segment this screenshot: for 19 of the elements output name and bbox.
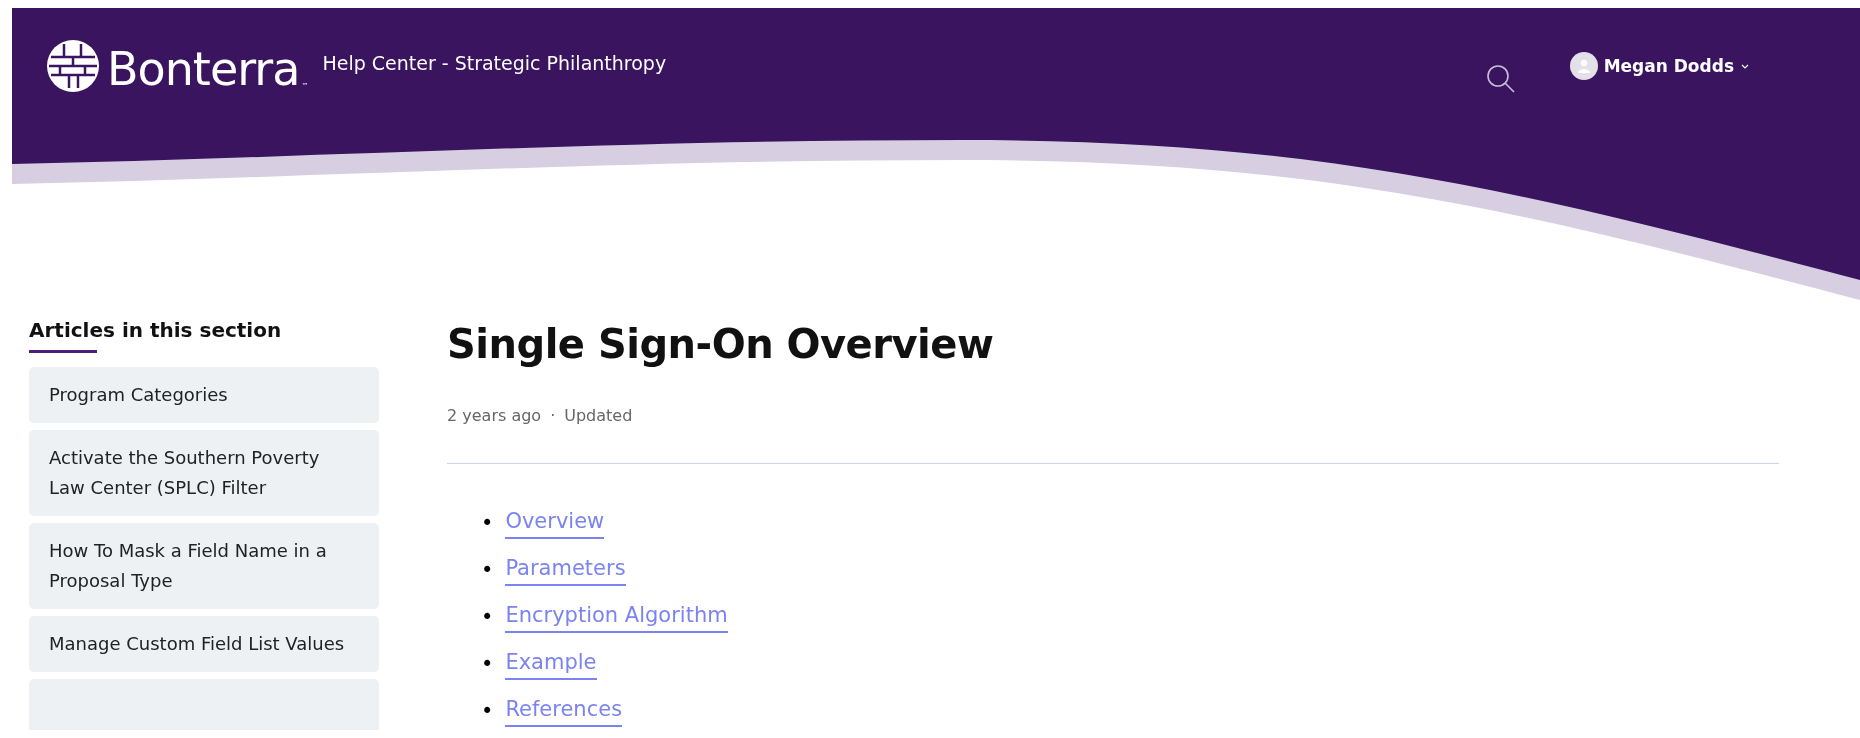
article-link[interactable]: Program Categories bbox=[29, 367, 379, 423]
logo-icon bbox=[47, 40, 99, 92]
user-menu[interactable]: Megan Dodds bbox=[1569, 52, 1750, 80]
article-status: Updated bbox=[564, 406, 633, 425]
article-age: 2 years ago bbox=[447, 406, 542, 425]
bullet: • bbox=[481, 509, 494, 537]
article-link[interactable]: Manage Custom Field List Values bbox=[29, 616, 379, 672]
bullet: • bbox=[481, 650, 494, 678]
article-link[interactable]: Activate the Southern Poverty Law Center (SPLC) Filter bbox=[29, 430, 379, 516]
bullet: • bbox=[481, 603, 494, 631]
logo-wordmark: Bonterra bbox=[107, 46, 300, 92]
section-heading: Articles in this section bbox=[29, 318, 283, 342]
bullet: • bbox=[481, 697, 494, 725]
bullet: • bbox=[481, 556, 494, 584]
article-link[interactable]: How To Mask a Field Name in a Proposal Type bbox=[29, 523, 379, 609]
search-button[interactable] bbox=[1485, 64, 1516, 94]
site-subtitle: Help Center - Strategic Philanthropy bbox=[322, 52, 667, 74]
article-title: Single Sign-On Overview bbox=[447, 320, 995, 369]
meta-separator: · bbox=[550, 406, 556, 425]
